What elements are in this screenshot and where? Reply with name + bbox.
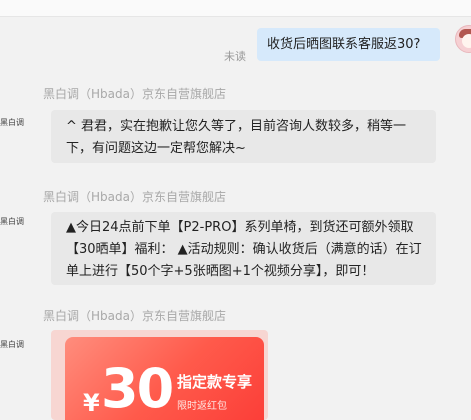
coupon-amount: 30 [101, 357, 174, 420]
window-top-bar [0, 0, 471, 17]
coupon-card[interactable]: ¥ 30 指定款专享 限时返红包 [51, 330, 268, 420]
coupon-currency: ¥ [83, 389, 100, 417]
coupon-subtitle: 限时返红包 [177, 401, 227, 412]
agent-message-bubble: ▲今日24点前下单【P2-PRO】系列单椅，到货还可额外领取【30晒单】福利： … [51, 212, 436, 285]
user-avatar[interactable] [455, 25, 471, 53]
read-status-label: 未读 [224, 50, 246, 63]
agent-avatar-label[interactable]: 黑白调 [0, 118, 26, 128]
sender-name: 黑白调（Hbada）京东自营旗舰店 [43, 309, 226, 323]
coupon-title: 指定款专享 [177, 373, 253, 391]
user-message-bubble: 收货后晒图联系客服返30? [257, 28, 440, 61]
agent-message-bubble: ^ 君君，实在抱歉让您久等了，目前咨询人数较多，稍等一下，有问题这边一定帮您解决… [51, 110, 436, 163]
sender-name: 黑白调（Hbada）京东自营旗舰店 [43, 87, 226, 101]
avatar-face [462, 34, 471, 48]
agent-avatar-label[interactable]: 黑白调 [0, 217, 26, 227]
coupon-ticket[interactable]: ¥ 30 指定款专享 限时返红包 [65, 337, 264, 420]
sender-name: 黑白调（Hbada）京东自营旗舰店 [43, 190, 226, 204]
agent-avatar-label[interactable]: 黑白调 [0, 340, 26, 350]
